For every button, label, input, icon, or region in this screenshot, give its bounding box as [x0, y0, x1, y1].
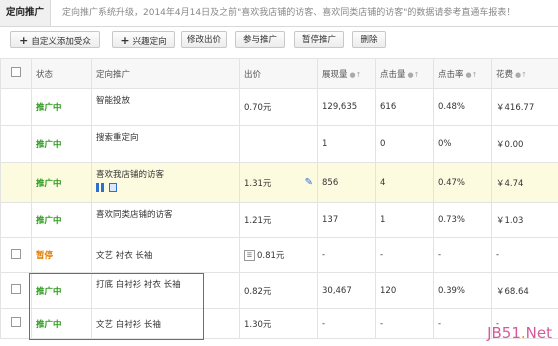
annotation-highlight-box: [29, 273, 204, 340]
cost-value: -: [491, 237, 558, 273]
select-all-checkbox-cell[interactable]: [0, 58, 32, 89]
cost-value: ￥4.74: [491, 162, 558, 203]
row-checkbox-cell[interactable]: [0, 308, 32, 339]
plus-icon: +: [19, 34, 29, 47]
sort-icon[interactable]: ●↑: [515, 71, 527, 79]
row-checkbox-cell: [0, 88, 32, 126]
header-status: 状态: [31, 58, 92, 89]
bid-value: 1.21元: [239, 202, 318, 238]
table-row: 推广中 智能投放 0.70元 129,635 616 0.48% ￥416.77: [0, 88, 558, 126]
status-badge: 推广中: [31, 88, 92, 126]
toolbar: + 自定义添加受众 + 兴趣定向 修改出价 参与推广 暂停推广 删除: [0, 27, 558, 53]
bid-value: [239, 125, 318, 163]
delete-button[interactable]: 删除: [352, 31, 386, 48]
header-cost[interactable]: 花费 ●↑: [491, 58, 558, 89]
ctr-value: 0%: [433, 125, 492, 163]
target-name[interactable]: 文艺 衬衣 长袖: [91, 237, 240, 273]
add-custom-audience-button[interactable]: + 自定义添加受众: [10, 31, 100, 48]
impressions-value: -: [317, 237, 376, 273]
tab-targeted-promotion[interactable]: 定向推广: [0, 0, 51, 26]
join-promotion-button[interactable]: 参与推广: [235, 31, 285, 48]
status-badge: 暂停: [31, 237, 92, 273]
row-checkbox[interactable]: [11, 284, 21, 294]
table-row: 推广中 搜索重定向 1 0 0% ￥0.00: [0, 125, 558, 163]
clicks-value: 0: [375, 125, 434, 163]
row-checkbox-cell: [0, 202, 32, 238]
upgrade-notice: 定向推广系统升级，2014年4月14日及之前"喜欢我店铺的访客、喜欢同类店铺的访…: [62, 8, 516, 18]
top-bar: 定向推广 定向推广系统升级，2014年4月14日及之前"喜欢我店铺的访客、喜欢同…: [0, 0, 558, 27]
edit-pencil-icon[interactable]: ✎: [305, 177, 313, 188]
ctr-value: 0.39%: [433, 272, 492, 309]
row-checkbox-cell: [0, 162, 32, 203]
impressions-value: 30,467: [317, 272, 376, 309]
row-checkbox[interactable]: [11, 248, 21, 259]
ctr-value: 0.47%: [433, 162, 492, 203]
bid-value: 0.81元: [257, 251, 285, 261]
status-badge: 推广中: [31, 162, 92, 203]
status-badge: 推广中: [31, 125, 92, 163]
impressions-value: 1: [317, 125, 376, 163]
add-interest-targeting-button[interactable]: + 兴趣定向: [112, 31, 175, 48]
edit-bid-button[interactable]: 修改出价: [181, 31, 227, 48]
table-header-row: 状态 定向推广 出价 展现量 ●↑ 点击量 ●↑ 点击率 ●↑ 花费 ●↑: [0, 58, 558, 89]
row-checkbox-cell[interactable]: [0, 237, 32, 273]
clicks-value: 616: [375, 88, 434, 126]
cost-value: ￥416.77: [491, 88, 558, 126]
report-icon[interactable]: [109, 183, 117, 192]
header-impressions[interactable]: 展现量 ●↑: [317, 58, 376, 89]
bid-adjust-icon[interactable]: ☰: [244, 250, 255, 261]
sort-icon[interactable]: ●↑: [466, 71, 478, 79]
impressions-value: 856: [317, 162, 376, 203]
header-ctr[interactable]: 点击率 ●↑: [433, 58, 492, 89]
bid-value: 0.82元: [239, 272, 318, 309]
header-bid: 出价: [239, 58, 318, 89]
header-clicks[interactable]: 点击量 ●↑: [375, 58, 434, 89]
ctr-value: -: [433, 237, 492, 273]
bid-cell: 1.31元 ✎: [239, 162, 318, 203]
row-checkbox[interactable]: [11, 317, 21, 327]
cost-value: ￥68.64: [491, 272, 558, 309]
bid-value: 0.70元: [239, 88, 318, 126]
table-row: 推广中 喜欢同类店铺的访客 1.21元 137 1 0.73% ￥1.03: [0, 202, 558, 238]
target-name[interactable]: 喜欢我店铺的访客: [96, 168, 235, 180]
ctr-value: 0.48%: [433, 88, 492, 126]
ctr-value: 0.73%: [433, 202, 492, 238]
table-row: 推广中 喜欢我店铺的访客 1.31元 ✎ 856 4 0.47% ￥4.74: [0, 162, 558, 203]
plus-icon: +: [120, 34, 130, 47]
impressions-value: 137: [317, 202, 376, 238]
clicks-value: 1: [375, 202, 434, 238]
cost-value: ￥1.03: [491, 202, 558, 238]
clicks-value: 120: [375, 272, 434, 309]
bid-value: 1.30元: [239, 308, 318, 339]
pause-icon[interactable]: [96, 183, 105, 192]
target-name[interactable]: 搜索重定向: [91, 125, 240, 163]
clicks-value: 4: [375, 162, 434, 203]
impressions-value: 129,635: [317, 88, 376, 126]
cost-value: ￥0.00: [491, 125, 558, 163]
sort-icon[interactable]: ●↑: [408, 71, 420, 79]
target-name[interactable]: 智能投放: [91, 88, 240, 126]
header-target: 定向推广: [91, 58, 240, 89]
bid-cell: ☰ 0.81元: [239, 237, 318, 273]
row-checkbox-cell: [0, 125, 32, 163]
bid-value: 1.31元: [244, 178, 272, 189]
clicks-value: -: [375, 308, 434, 339]
status-badge: 推广中: [31, 202, 92, 238]
target-name[interactable]: 喜欢同类店铺的访客: [91, 202, 240, 238]
impressions-value: -: [317, 308, 376, 339]
pause-promotion-button[interactable]: 暂停推广: [294, 31, 344, 48]
row-action-icons: [96, 183, 235, 192]
sort-icon[interactable]: ●↑: [350, 71, 362, 79]
watermark-logo: JB51.Net: [487, 324, 552, 342]
target-cell: 喜欢我店铺的访客: [91, 162, 240, 203]
select-all-checkbox[interactable]: [11, 67, 21, 77]
ctr-value: -: [433, 308, 492, 339]
row-checkbox-cell[interactable]: [0, 272, 32, 309]
table-row: 暂停 文艺 衬衣 长袖 ☰ 0.81元 - - - -: [0, 237, 558, 273]
clicks-value: -: [375, 237, 434, 273]
